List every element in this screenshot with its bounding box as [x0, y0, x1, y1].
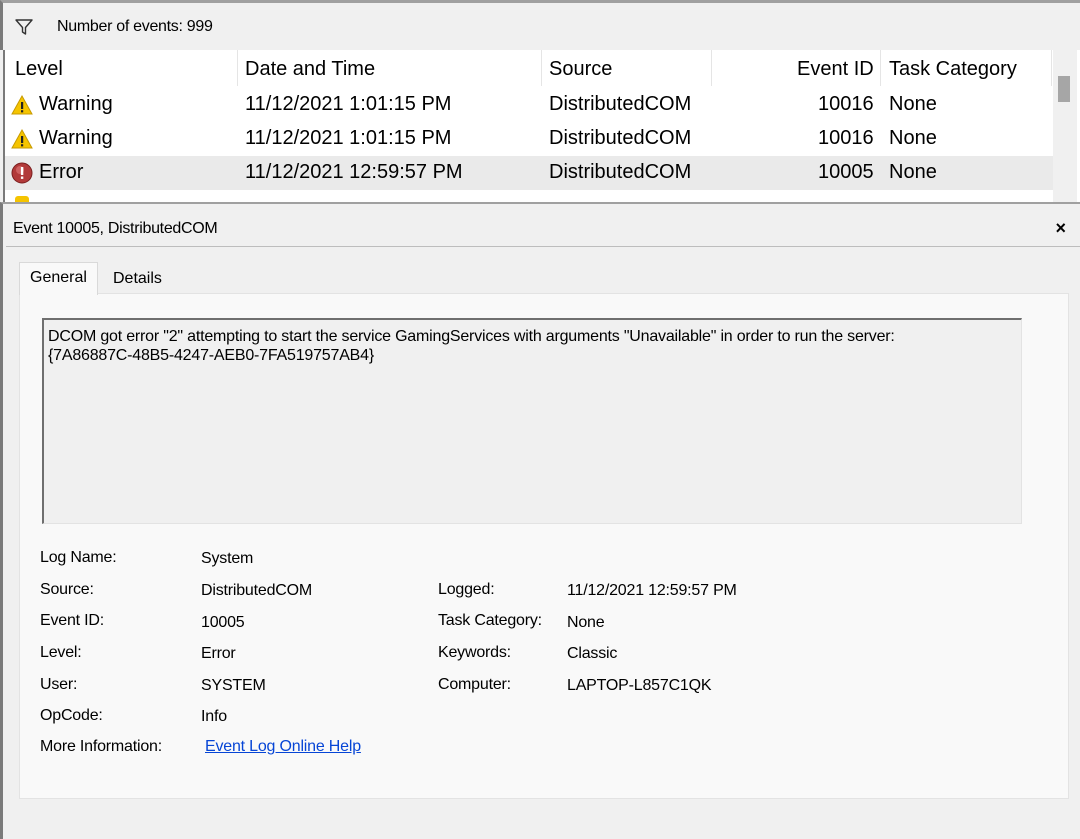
computer-value: LAPTOP-L857C1QK [567, 677, 712, 694]
detail-title: Event 10005, DistributedCOM [13, 220, 218, 237]
logged-label: Logged: [438, 581, 495, 598]
warning-icon [11, 128, 33, 149]
filter-bar: Number of events: 999 [0, 0, 1080, 50]
event-id-label: Event ID: [40, 612, 105, 629]
keywords-label: Keywords: [438, 644, 511, 661]
general-tab-panel: DCOM got error "2" attempting to start t… [19, 293, 1069, 799]
opcode-label: OpCode: [40, 707, 103, 724]
row-event-id: 10005 [818, 161, 874, 183]
computer-label: Computer: [438, 676, 511, 693]
list-scrollbar[interactable] [1053, 50, 1077, 202]
event-id-value: 10005 [201, 614, 245, 631]
user-label: User: [40, 676, 78, 693]
table-row[interactable]: Warning 11/12/2021 1:01:15 PM Distribute… [5, 122, 1053, 156]
row-task-category: None [889, 161, 937, 183]
column-header-event-id[interactable]: Event ID [797, 58, 874, 81]
row-source: DistributedCOM [549, 93, 692, 115]
list-header: Level Date and Time Source Event ID Task… [5, 50, 1057, 86]
row-task-category: None [889, 93, 937, 115]
table-row-selected[interactable]: Error 11/12/2021 12:59:57 PM Distributed… [5, 156, 1053, 190]
source-value: DistributedCOM [201, 582, 313, 599]
column-header-source[interactable]: Source [549, 58, 612, 81]
scrollbar-thumb[interactable] [1058, 76, 1070, 102]
table-row[interactable]: Warning 11/12/2021 1:01:15 PM Distribute… [5, 88, 1053, 122]
row-source: DistributedCOM [549, 127, 692, 149]
keywords-value: Classic [567, 645, 618, 662]
event-count: Number of events: 999 [57, 17, 213, 35]
row-task-category: None [889, 127, 937, 149]
event-log-online-help-link[interactable]: Event Log Online Help [205, 738, 361, 756]
user-value: SYSTEM [201, 677, 266, 694]
event-list: Level Date and Time Source Event ID Task… [3, 50, 1080, 202]
tab-details[interactable]: Details [103, 265, 172, 294]
level-label: Level: [40, 644, 82, 661]
row-event-id: 10016 [818, 93, 874, 115]
row-source: DistributedCOM [549, 161, 692, 183]
log-name-value: System [201, 550, 254, 567]
warning-icon [11, 94, 33, 115]
opcode-value: Info [201, 708, 227, 725]
row-level: Warning [39, 127, 113, 149]
filter-icon[interactable] [13, 16, 35, 38]
row-datetime: 11/12/2021 12:59:57 PM [245, 161, 463, 183]
event-detail-pane: Event 10005, DistributedCOM × General De… [0, 212, 1080, 839]
more-information-label: More Information: [40, 738, 162, 755]
tab-general[interactable]: General [19, 262, 98, 295]
row-level: Warning [39, 93, 113, 115]
source-label: Source: [40, 581, 94, 598]
pane-splitter[interactable] [0, 202, 1080, 212]
event-description[interactable]: DCOM got error "2" attempting to start t… [42, 318, 1022, 524]
error-icon [11, 162, 33, 184]
task-category-value: None [567, 614, 605, 631]
row-level: Error [39, 161, 84, 183]
row-datetime: 11/12/2021 1:01:15 PM [245, 93, 452, 115]
logged-value: 11/12/2021 12:59:57 PM [567, 582, 737, 599]
close-button[interactable]: × [1055, 218, 1066, 239]
task-category-label: Task Category: [438, 612, 542, 629]
row-event-id: 10016 [818, 127, 874, 149]
level-value: Error [201, 645, 236, 662]
column-header-datetime[interactable]: Date and Time [245, 58, 375, 81]
log-name-label: Log Name: [40, 549, 117, 566]
column-header-level[interactable]: Level [15, 58, 63, 81]
column-header-task-category[interactable]: Task Category [889, 58, 1017, 81]
row-datetime: 11/12/2021 1:01:15 PM [245, 127, 452, 149]
